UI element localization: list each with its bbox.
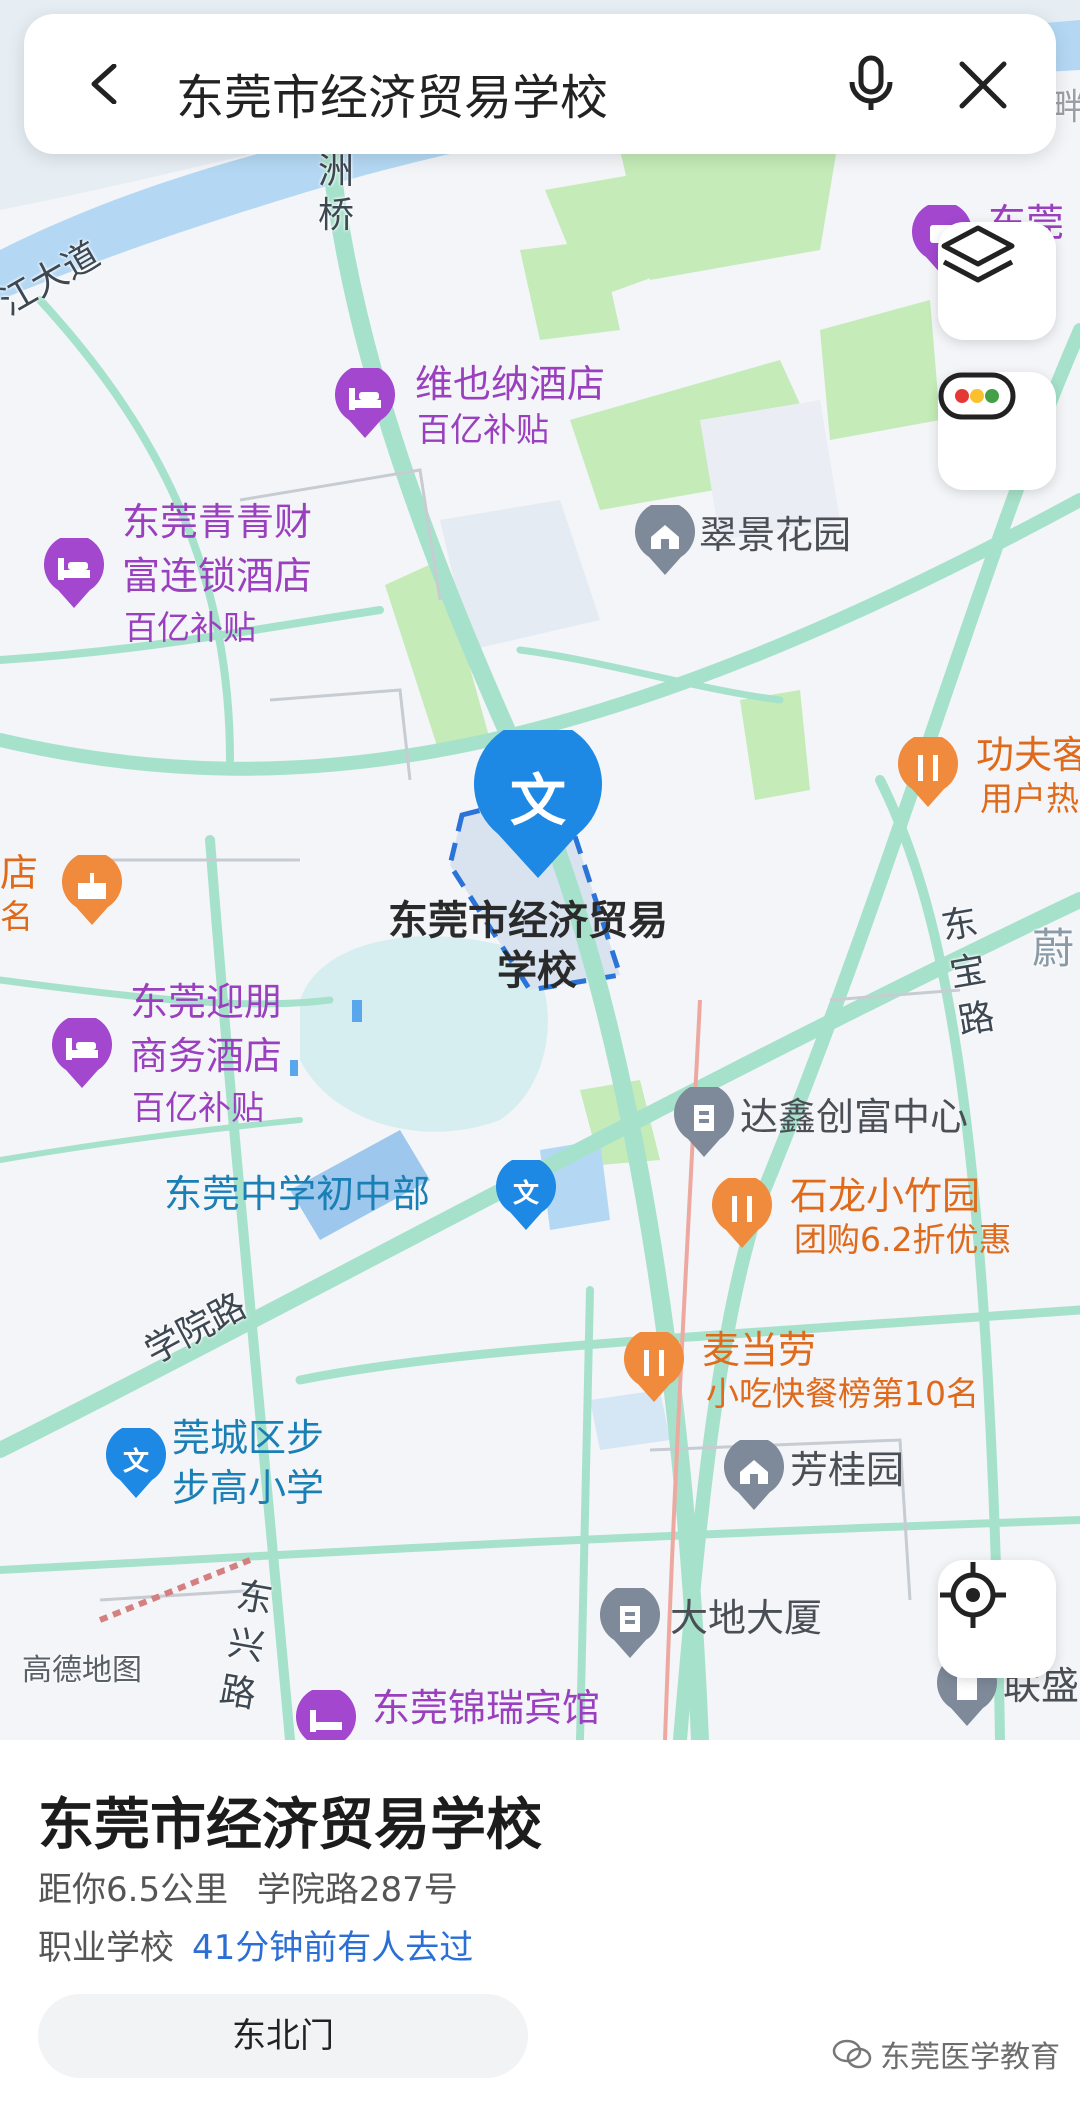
poi-name: 石龙小竹园 [790, 1174, 981, 1218]
hotel-pin-icon [44, 538, 104, 608]
poi-name-line2: 步高小学 [172, 1466, 325, 1510]
hotel-pin-icon [52, 1018, 112, 1088]
poi-name: 麦当劳 [702, 1328, 817, 1372]
locate-button[interactable] [938, 1560, 1056, 1678]
poi-name: 大地大厦 [670, 1596, 823, 1640]
svg-text:文: 文 [123, 1446, 150, 1477]
road-label-zhou-qiao: 洲桥 [318, 150, 362, 238]
poi-name: 维也纳酒店 [415, 362, 606, 406]
school-pin-glyph: 文 [510, 769, 566, 834]
place-meta: 距你6.5公里 学院路287号 [38, 1862, 458, 1911]
poi-name: 翠景花园 [699, 513, 852, 557]
gate-chip[interactable]: 东北门 [38, 1994, 528, 2078]
layers-button[interactable] [938, 222, 1056, 340]
restaurant-pin-icon [898, 737, 958, 807]
svg-text:文: 文 [513, 1178, 540, 1209]
school-pin-icon: 文 [496, 1160, 556, 1230]
layers-icon [941, 225, 1015, 283]
traffic-button[interactable] [938, 372, 1056, 490]
poi-sub: 小吃快餐榜第10名 [706, 1374, 979, 1413]
search-bar[interactable]: 东莞市经济贸易学校 [24, 14, 1056, 154]
poi-sub: 百亿补贴 [132, 1088, 264, 1127]
restaurant-pin-icon [712, 1178, 772, 1248]
poi-sub: 团购6.2折优惠 [794, 1220, 1012, 1259]
poi-name: 达鑫创富中心 [740, 1095, 969, 1139]
place-meta-2: 职业学校 41分钟前有人去过 [38, 1920, 473, 1969]
poi-name: 芳桂园 [790, 1448, 905, 1492]
poi-name: 功夫客 [976, 733, 1080, 777]
map-canvas[interactable]: 江大道 洲桥 学院路 东宝路 东兴路 畔 蔚 东莞 维也纳酒店 百亿补贴 东莞青… [0, 0, 1080, 1740]
watermark: 东莞医学教育 [832, 2032, 1060, 2076]
poi-name-line2: 富连锁酒店 [122, 554, 313, 598]
residence-pin-icon [635, 505, 695, 575]
traffic-light-icon [938, 372, 1016, 420]
place-detail-sheet[interactable]: 东莞市经济贸易学校 距你6.5公里 学院路287号 职业学校 41分钟前有人去过 … [0, 1740, 1080, 2123]
poi-sub: 百亿补贴 [124, 608, 256, 647]
wechat-icon [832, 2039, 872, 2069]
map-provider-logo: 高德地图 [22, 1653, 142, 1688]
road-label-zhou-qiao-text: 洲桥 [318, 151, 355, 236]
poi-name: 东莞锦瑞宾馆 [372, 1686, 601, 1730]
poi-sub: 用户热 [980, 779, 1079, 818]
locate-icon [940, 1562, 1006, 1628]
distance-text: 距你6.5公里 [38, 1870, 229, 1910]
microphone-icon[interactable] [844, 54, 898, 114]
poi-sub: 名 [0, 897, 33, 936]
school-pin-icon: 文 [106, 1428, 166, 1498]
search-query-text[interactable]: 东莞市经济贸易学校 [176, 58, 608, 128]
restaurant-pin-icon [624, 1332, 684, 1402]
poi-name-line1: 东莞青青财 [122, 500, 313, 544]
back-arrow-icon[interactable] [84, 64, 124, 104]
school-label-line2: 学校 [497, 948, 577, 994]
poi-sub: 百亿补贴 [417, 410, 549, 449]
poi-name: 东莞中学初中部 [164, 1172, 431, 1216]
poi-name-line2: 商务酒店 [130, 1034, 283, 1078]
cake-pin-icon [62, 855, 122, 925]
poi-name: 店 [0, 851, 39, 895]
hotel-pin-icon [296, 1690, 356, 1740]
close-icon[interactable] [956, 58, 1010, 112]
poi-name-line1: 东莞迎朋 [130, 980, 283, 1024]
building-pin-icon [674, 1087, 734, 1157]
watermark-text: 东莞医学教育 [880, 2040, 1060, 2075]
category-text: 职业学校 [38, 1928, 174, 1968]
place-title: 东莞市经济贸易学校 [38, 1793, 542, 1858]
hotel-pin-icon [335, 368, 395, 438]
school-label-line1: 东莞市经济贸易 [388, 898, 668, 944]
address-text: 学院路287号 [256, 1870, 458, 1910]
building-pin-icon [600, 1588, 660, 1658]
residence-pin-icon [724, 1440, 784, 1510]
recent-visit-text: 41分钟前有人去过 [192, 1928, 474, 1968]
edge-label-right: 蔚 [1032, 924, 1075, 973]
poi-name-line1: 莞城区步 [172, 1416, 325, 1460]
